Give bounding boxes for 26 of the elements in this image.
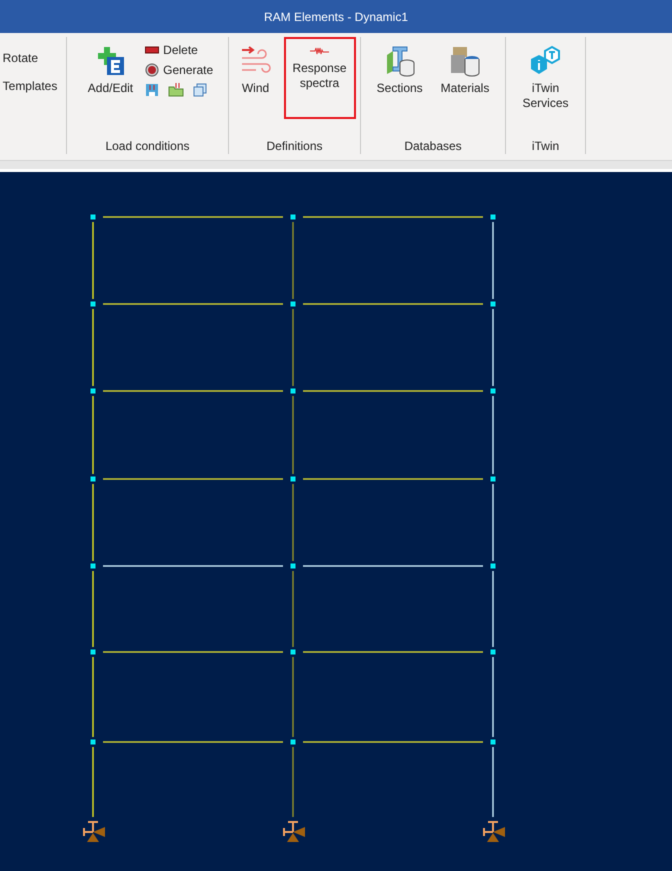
ribbon-button[interactable]: Sections bbox=[370, 37, 429, 119]
ribbon-button[interactable]: Generate bbox=[145, 63, 214, 77]
group-label: Databases bbox=[404, 138, 462, 154]
waveform-icon bbox=[310, 45, 330, 57]
window-title: RAM Elements - Dynamic1 bbox=[264, 10, 408, 24]
group-label: iTwin bbox=[532, 138, 560, 154]
save-icon bbox=[145, 83, 160, 97]
delete-icon bbox=[145, 46, 160, 54]
ribbon-button[interactable]: Wind bbox=[234, 37, 278, 119]
ribbon-command[interactable]: Rotate bbox=[2, 51, 38, 65]
generate-icon bbox=[145, 63, 160, 77]
copy-icon bbox=[193, 83, 208, 97]
group-label: Load conditions bbox=[105, 138, 190, 154]
ribbon-button[interactable]: Response spectra bbox=[284, 37, 356, 119]
ribbon-button[interactable]: iTwin Services bbox=[512, 37, 579, 119]
materials-database-icon bbox=[449, 45, 482, 77]
itwin-icon bbox=[530, 45, 562, 77]
ribbon-command[interactable]: Templates bbox=[2, 79, 58, 93]
ribbon-button[interactable]: Materials bbox=[434, 37, 496, 119]
group-label: Definitions bbox=[266, 138, 323, 154]
ribbon-button[interactable]: Delete bbox=[145, 43, 214, 57]
folder-icon bbox=[168, 83, 184, 97]
toolbar-button[interactable] bbox=[145, 83, 160, 97]
ribbon-button[interactable]: Add/Edit bbox=[82, 37, 140, 119]
toolbar-button[interactable] bbox=[168, 83, 184, 97]
toolbar-button[interactable] bbox=[193, 83, 208, 97]
